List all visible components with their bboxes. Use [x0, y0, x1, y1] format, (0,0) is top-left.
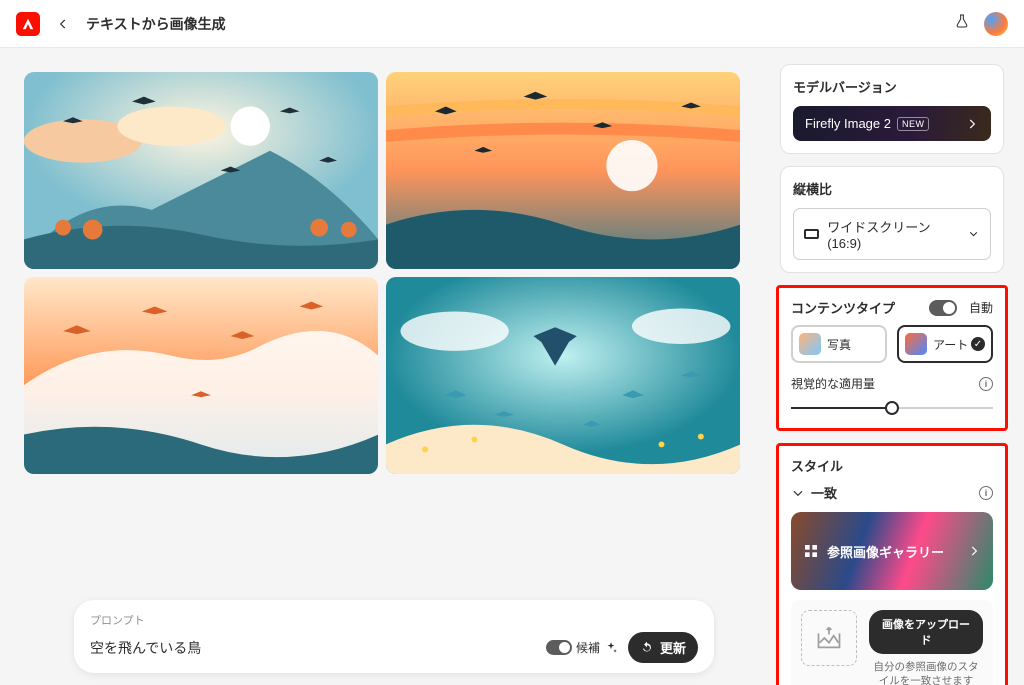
- refresh-icon: [640, 641, 654, 655]
- generate-button[interactable]: 更新: [628, 632, 698, 663]
- style-match-toggle[interactable]: 一致 i: [791, 483, 993, 502]
- intensity-slider[interactable]: [791, 400, 993, 416]
- upload-button[interactable]: 画像をアップロード: [869, 610, 983, 654]
- toggle-icon: [546, 640, 572, 655]
- upload-area: 画像をアップロード 自分の参照画像のスタイルを一致させます: [791, 600, 993, 685]
- widescreen-icon: [804, 229, 819, 239]
- content-type-card: 9 コンテンツタイプ 自動 写真 アート 視覚的な適用量: [776, 285, 1008, 431]
- model-version-card: モデルバージョン Firefly Image 2 NEW: [780, 64, 1004, 154]
- grid-icon: [803, 543, 819, 559]
- prompt-label: プロンプト: [90, 612, 698, 628]
- image-grid: [24, 72, 740, 474]
- sparkle-icon: [604, 641, 618, 655]
- result-tile[interactable]: [386, 277, 740, 474]
- prompt-input[interactable]: 空を飛んでいる鳥: [90, 638, 201, 658]
- user-avatar[interactable]: [984, 12, 1008, 36]
- prompt-bar: プロンプト 空を飛んでいる鳥 候補 更新: [74, 600, 714, 673]
- upload-hint: 自分の参照画像のスタイルを一致させます: [869, 660, 983, 685]
- model-selector[interactable]: Firefly Image 2 NEW: [793, 106, 991, 141]
- result-tile[interactable]: [386, 72, 740, 269]
- intensity-label: 視覚的な適用量: [791, 375, 875, 392]
- results-area: プロンプト 空を飛んでいる鳥 候補 更新: [0, 48, 772, 685]
- chevron-right-icon: [965, 117, 979, 131]
- info-icon[interactable]: i: [979, 486, 993, 500]
- new-badge: NEW: [897, 117, 930, 131]
- aspect-ratio-card: 縦横比 ワイドスクリーン (16:9): [780, 166, 1004, 273]
- experiments-icon[interactable]: [954, 13, 970, 34]
- page-title: テキストから画像生成: [86, 14, 226, 34]
- suggestions-toggle[interactable]: 候補: [546, 639, 618, 656]
- image-upload-icon: [815, 624, 843, 652]
- chevron-right-icon: [967, 544, 981, 558]
- content-type-heading: コンテンツタイプ: [791, 298, 895, 317]
- auto-toggle[interactable]: [929, 300, 957, 316]
- settings-sidebar: モデルバージョン Firefly Image 2 NEW 縦横比 ワイドスクリー…: [772, 48, 1024, 685]
- art-thumb-icon: [905, 333, 927, 355]
- model-version-heading: モデルバージョン: [793, 77, 991, 96]
- style-card: 10 スタイル 一致 i 参照画像ギャラリー 画像をアップロード 自分の参照画像…: [776, 443, 1008, 685]
- aspect-heading: 縦横比: [793, 179, 991, 198]
- upload-dropzone[interactable]: [801, 610, 857, 666]
- chevron-down-icon: [967, 227, 980, 241]
- style-heading: スタイル: [791, 456, 993, 475]
- result-tile[interactable]: [24, 72, 378, 269]
- result-tile[interactable]: [24, 277, 378, 474]
- adobe-logo: [16, 12, 40, 36]
- content-type-art[interactable]: アート: [897, 325, 993, 363]
- chevron-down-icon: [791, 486, 805, 500]
- aspect-selector[interactable]: ワイドスクリーン (16:9): [793, 208, 991, 260]
- photo-thumb-icon: [799, 333, 821, 355]
- back-button[interactable]: [54, 15, 72, 33]
- app-header: テキストから画像生成: [0, 0, 1024, 48]
- content-type-photo[interactable]: 写真: [791, 325, 887, 363]
- reference-gallery-button[interactable]: 参照画像ギャラリー: [791, 512, 993, 590]
- info-icon[interactable]: i: [979, 377, 993, 391]
